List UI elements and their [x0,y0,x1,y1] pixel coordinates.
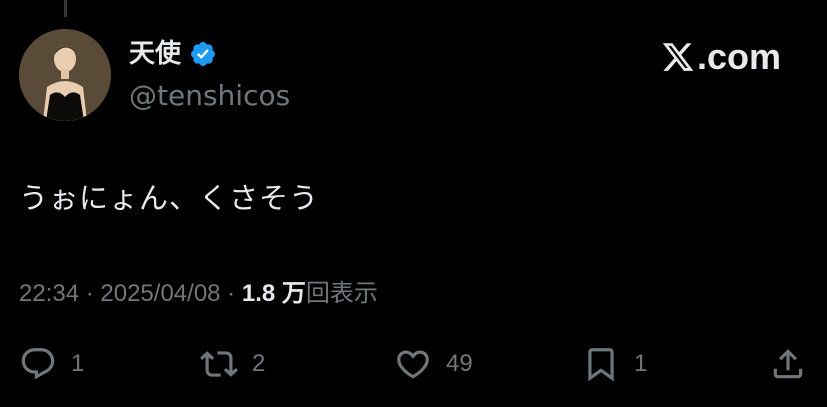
share-icon [773,349,803,379]
repost-button[interactable]: 2 [200,340,265,388]
tweet-time[interactable]: 22:34 [19,280,79,307]
bookmark-icon [588,348,614,382]
avatar[interactable] [19,29,111,121]
tweet-text: うぉにょん、くさそう [19,181,320,215]
x-domain-text: .com [696,36,781,77]
heart-icon [397,350,429,379]
reply-button[interactable]: 1 [19,340,84,388]
tweet-date[interactable]: 2025/04/08 [100,280,220,307]
author-display-name[interactable]: 天使 [129,34,181,74]
views-count[interactable]: 1.8 万 [242,280,306,307]
meta-separator: · [79,280,101,307]
x-logo-icon [661,40,695,74]
views-label: 回表示 [305,280,378,307]
bookmark-button[interactable]: 1 [582,340,647,388]
reply-count: 1 [71,350,85,377]
thread-connector-line [64,0,67,17]
author-name-row[interactable]: 天使 [129,34,217,74]
meta-separator: · [220,280,242,307]
author-handle[interactable]: @tenshicos [129,76,290,116]
x-com-brand: .com [661,35,781,79]
bookmark-count: 1 [634,350,648,377]
tweet-action-bar: 1 2 49 1 [0,340,827,388]
like-count: 49 [446,350,473,377]
tweet-meta: 22:34 · 2025/04/08 · 1.8 万回表示 [19,275,378,313]
like-button[interactable]: 49 [394,340,473,388]
repost-count: 2 [252,350,266,377]
reply-icon [21,348,55,380]
share-button[interactable] [769,340,807,388]
avatar-portrait-image [19,29,111,121]
verified-badge-icon [189,40,217,68]
repost-icon [200,351,238,377]
